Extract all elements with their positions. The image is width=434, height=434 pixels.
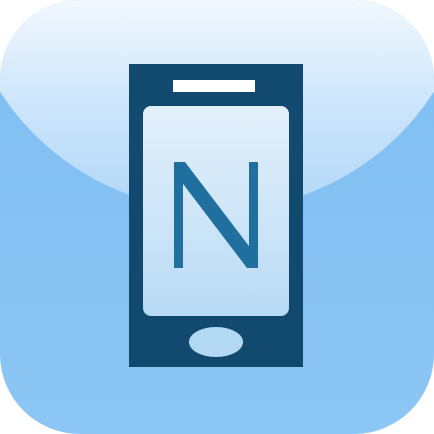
home-button: [189, 327, 243, 357]
n-letter-icon: [174, 162, 258, 268]
speaker-slot: [173, 80, 255, 92]
phone-icon: [129, 64, 303, 367]
app-icon[interactable]: [0, 0, 434, 434]
phone-screen: [143, 106, 289, 316]
